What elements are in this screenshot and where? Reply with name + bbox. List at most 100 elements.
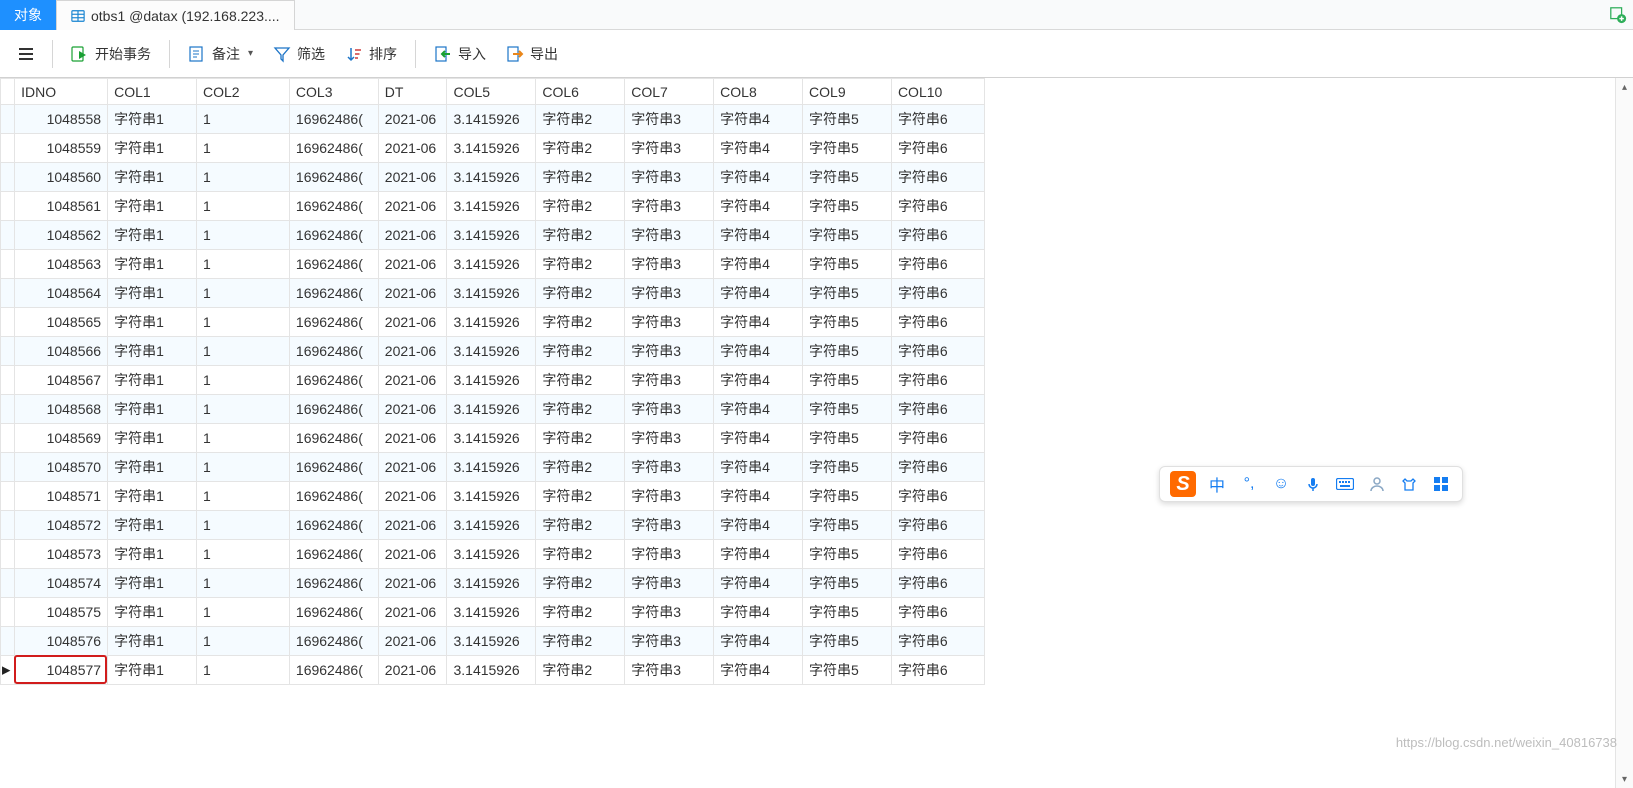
cell[interactable]: 2021-06 bbox=[378, 366, 447, 395]
cell[interactable]: 16962486( bbox=[289, 569, 378, 598]
vertical-scrollbar[interactable]: ▴ ▾ bbox=[1615, 78, 1633, 788]
cell[interactable]: 字符串2 bbox=[536, 540, 625, 569]
cell[interactable]: 字符串3 bbox=[625, 569, 714, 598]
cell[interactable]: 字符串1 bbox=[108, 221, 197, 250]
cell[interactable]: 3.1415926 bbox=[447, 250, 536, 279]
cell[interactable]: 1 bbox=[196, 511, 289, 540]
cell[interactable]: 字符串6 bbox=[891, 250, 984, 279]
cell[interactable]: 字符串5 bbox=[803, 105, 892, 134]
cell[interactable]: 字符串4 bbox=[714, 366, 803, 395]
cell[interactable]: 字符串6 bbox=[891, 395, 984, 424]
table-row[interactable]: 1048558字符串1116962486(2021-063.1415926字符串… bbox=[1, 105, 985, 134]
cell[interactable]: 字符串2 bbox=[536, 105, 625, 134]
col-header[interactable]: COL2 bbox=[196, 79, 289, 105]
cell[interactable]: 字符串6 bbox=[891, 511, 984, 540]
cell[interactable]: 字符串5 bbox=[803, 627, 892, 656]
cell[interactable]: 字符串2 bbox=[536, 163, 625, 192]
cell[interactable]: 字符串2 bbox=[536, 569, 625, 598]
col-header[interactable]: COL6 bbox=[536, 79, 625, 105]
table-row[interactable]: 1048561字符串1116962486(2021-063.1415926字符串… bbox=[1, 192, 985, 221]
col-header[interactable]: COL7 bbox=[625, 79, 714, 105]
table-row[interactable]: 1048565字符串1116962486(2021-063.1415926字符串… bbox=[1, 308, 985, 337]
cell[interactable]: 字符串1 bbox=[108, 250, 197, 279]
cell[interactable]: 字符串4 bbox=[714, 250, 803, 279]
cell[interactable]: 3.1415926 bbox=[447, 453, 536, 482]
ime-voice-icon[interactable] bbox=[1302, 473, 1324, 495]
cell[interactable]: 字符串3 bbox=[625, 395, 714, 424]
cell[interactable]: 字符串2 bbox=[536, 453, 625, 482]
col-header[interactable]: COL8 bbox=[714, 79, 803, 105]
cell-idno[interactable]: 1048570 bbox=[15, 453, 108, 482]
tab-table-otbs1[interactable]: otbs1 @datax (192.168.223.... bbox=[56, 0, 295, 30]
table-row[interactable]: 1048560字符串1116962486(2021-063.1415926字符串… bbox=[1, 163, 985, 192]
cell[interactable]: 1 bbox=[196, 105, 289, 134]
cell[interactable]: 2021-06 bbox=[378, 656, 447, 685]
cell-idno[interactable]: 1048564 bbox=[15, 279, 108, 308]
cell[interactable]: 1 bbox=[196, 453, 289, 482]
cell[interactable]: 字符串5 bbox=[803, 395, 892, 424]
cell[interactable]: 1 bbox=[196, 250, 289, 279]
table-row[interactable]: 1048564字符串1116962486(2021-063.1415926字符串… bbox=[1, 279, 985, 308]
cell[interactable]: 字符串4 bbox=[714, 279, 803, 308]
scroll-up-icon[interactable]: ▴ bbox=[1616, 78, 1633, 96]
cell[interactable]: 字符串4 bbox=[714, 163, 803, 192]
cell[interactable]: 字符串1 bbox=[108, 482, 197, 511]
cell[interactable]: 字符串2 bbox=[536, 192, 625, 221]
cell[interactable]: 字符串1 bbox=[108, 279, 197, 308]
cell[interactable]: 16962486( bbox=[289, 627, 378, 656]
cell[interactable]: 2021-06 bbox=[378, 511, 447, 540]
cell[interactable]: 字符串4 bbox=[714, 395, 803, 424]
cell[interactable]: 字符串3 bbox=[625, 511, 714, 540]
cell[interactable]: 16962486( bbox=[289, 192, 378, 221]
table-row[interactable]: 1048570字符串1116962486(2021-063.1415926字符串… bbox=[1, 453, 985, 482]
cell[interactable]: 字符串2 bbox=[536, 511, 625, 540]
cell[interactable]: 字符串5 bbox=[803, 279, 892, 308]
cell[interactable]: 字符串3 bbox=[625, 366, 714, 395]
table-row[interactable]: ▶1048577字符串1116962486(2021-063.1415926字符… bbox=[1, 656, 985, 685]
cell[interactable]: 字符串4 bbox=[714, 308, 803, 337]
col-header[interactable]: COL3 bbox=[289, 79, 378, 105]
sort-button[interactable]: 排序 bbox=[337, 39, 405, 69]
cell[interactable]: 16962486( bbox=[289, 221, 378, 250]
cell[interactable]: 字符串1 bbox=[108, 308, 197, 337]
hamburger-menu[interactable] bbox=[10, 39, 42, 69]
cell[interactable]: 字符串6 bbox=[891, 453, 984, 482]
cell-idno[interactable]: 1048574 bbox=[15, 569, 108, 598]
cell[interactable]: 字符串1 bbox=[108, 337, 197, 366]
cell[interactable]: 字符串4 bbox=[714, 569, 803, 598]
cell[interactable]: 3.1415926 bbox=[447, 308, 536, 337]
col-header[interactable]: COL5 bbox=[447, 79, 536, 105]
cell[interactable]: 字符串1 bbox=[108, 134, 197, 163]
cell[interactable]: 字符串5 bbox=[803, 511, 892, 540]
cell[interactable]: 字符串6 bbox=[891, 569, 984, 598]
cell[interactable]: 3.1415926 bbox=[447, 105, 536, 134]
cell[interactable]: 字符串4 bbox=[714, 453, 803, 482]
cell[interactable]: 字符串4 bbox=[714, 511, 803, 540]
cell[interactable]: 字符串5 bbox=[803, 337, 892, 366]
cell[interactable]: 字符串1 bbox=[108, 366, 197, 395]
cell-idno[interactable]: 1048573 bbox=[15, 540, 108, 569]
cell[interactable]: 字符串2 bbox=[536, 134, 625, 163]
cell[interactable]: 1 bbox=[196, 598, 289, 627]
cell[interactable]: 字符串3 bbox=[625, 134, 714, 163]
ime-toolbox-icon[interactable] bbox=[1430, 473, 1452, 495]
table-row[interactable]: 1048575字符串1116962486(2021-063.1415926字符串… bbox=[1, 598, 985, 627]
cell[interactable]: 3.1415926 bbox=[447, 424, 536, 453]
cell[interactable]: 字符串2 bbox=[536, 250, 625, 279]
cell[interactable]: 字符串3 bbox=[625, 163, 714, 192]
ime-keyboard-icon[interactable] bbox=[1334, 473, 1356, 495]
cell[interactable]: 字符串1 bbox=[108, 511, 197, 540]
cell-idno[interactable]: 1048560 bbox=[15, 163, 108, 192]
cell[interactable]: 字符串1 bbox=[108, 453, 197, 482]
cell[interactable]: 字符串5 bbox=[803, 656, 892, 685]
cell[interactable]: 字符串2 bbox=[536, 424, 625, 453]
cell[interactable]: 2021-06 bbox=[378, 395, 447, 424]
cell-idno[interactable]: 1048565 bbox=[15, 308, 108, 337]
cell[interactable]: 字符串6 bbox=[891, 424, 984, 453]
cell[interactable]: 1 bbox=[196, 279, 289, 308]
cell[interactable]: 2021-06 bbox=[378, 482, 447, 511]
cell[interactable]: 字符串1 bbox=[108, 395, 197, 424]
cell[interactable]: 16962486( bbox=[289, 105, 378, 134]
cell[interactable]: 字符串5 bbox=[803, 163, 892, 192]
cell[interactable]: 字符串2 bbox=[536, 221, 625, 250]
